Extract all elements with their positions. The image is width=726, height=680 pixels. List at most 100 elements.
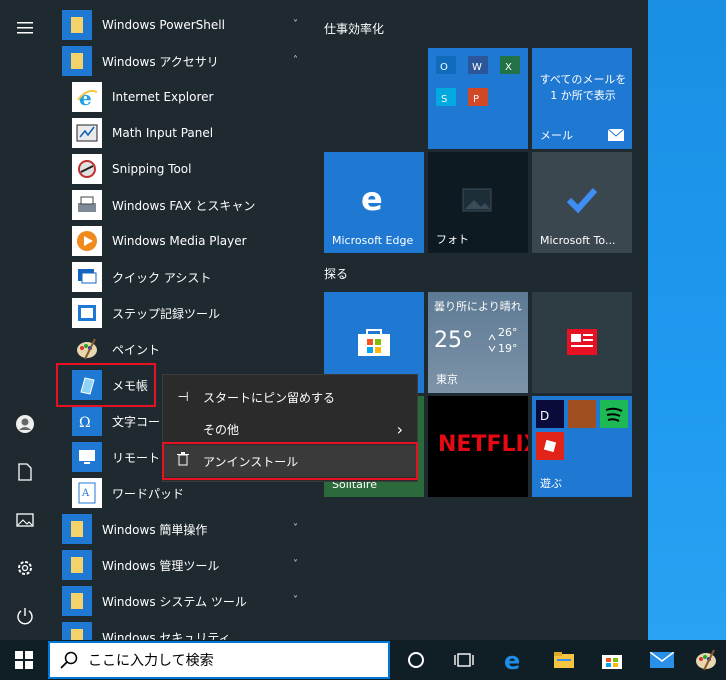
app-item-windows-media-player[interactable]: Windows Media Player: [72, 223, 312, 259]
chevron-up-icon[interactable]: ˄: [293, 55, 298, 66]
file-explorer-icon[interactable]: [540, 640, 588, 680]
search-box[interactable]: ここに入力して検索: [48, 641, 390, 679]
start-rail: [0, 0, 50, 640]
steps-recorder-icon: [72, 298, 102, 328]
svg-text:P: P: [473, 94, 479, 105]
hamburger-icon[interactable]: [0, 5, 50, 51]
svg-text:S: S: [441, 94, 447, 105]
tile-area: 仕事効率化 O W X S P すべてのメールを 1 か所で表示 メール e M…: [312, 0, 648, 640]
mail-tile-text: すべてのメールを 1 か所で表示: [539, 73, 627, 102]
character-map-icon: Ω: [72, 406, 102, 436]
svg-text:e: e: [504, 649, 520, 671]
context-item-label: その他: [203, 422, 240, 437]
app-item-windows-admin-tools-folder[interactable]: Windows 管理ツール ˅: [62, 547, 310, 583]
app-item-quick-assist[interactable]: クイック アシスト: [72, 259, 312, 295]
app-label: Windows セキュリティ: [102, 630, 231, 641]
remote-desktop-icon: [72, 442, 102, 472]
app-item-windows-fax-and-scan[interactable]: Windows FAX とスキャン: [72, 187, 312, 223]
app-item-internet-explorer[interactable]: e Internet Explorer: [72, 79, 312, 115]
chevron-down-icon[interactable]: ˅: [293, 559, 298, 570]
weather-low: 19°: [498, 342, 518, 355]
photo-icon: [462, 188, 492, 212]
chevron-down-icon[interactable]: ˅: [293, 523, 298, 534]
office-apps-icon: O W X S P: [436, 56, 520, 106]
app-item-windows-security-folder[interactable]: Windows セキュリティ: [62, 619, 310, 640]
tile-label: Microsoft Edge: [332, 234, 414, 247]
tile-netflix[interactable]: NETFLIX: [428, 396, 528, 497]
cortana-icon[interactable]: [392, 640, 440, 680]
folder-icon: [62, 586, 92, 616]
user-icon[interactable]: [0, 401, 50, 447]
folder-icon: [62, 550, 92, 580]
tile-mail[interactable]: すべてのメールを 1 か所で表示 メール: [532, 48, 632, 149]
weather-temperature: 25°: [434, 328, 473, 353]
math-input-panel-icon: [72, 118, 102, 148]
tile-weather[interactable]: 曇り所により晴れ 25° 26° 19° 東京: [428, 292, 528, 393]
settings-icon[interactable]: [0, 545, 50, 591]
task-view-icon[interactable]: [440, 640, 488, 680]
tile-microsoft-edge[interactable]: e Microsoft Edge: [324, 152, 424, 253]
mail-taskbar-icon[interactable]: [638, 640, 686, 680]
windows-start-icon[interactable]: [0, 640, 48, 680]
pin-icon: ⊣: [177, 389, 189, 405]
app-label: Windows システム ツール: [102, 594, 247, 609]
tile-label: Microsoft To...: [540, 234, 616, 247]
paint-taskbar-icon[interactable]: [686, 640, 726, 680]
svg-text:D: D: [540, 409, 549, 423]
notepad-highlight-box: [56, 363, 156, 407]
quick-assist-icon: [72, 262, 102, 292]
search-placeholder: ここに入力して検索: [88, 653, 214, 669]
tile-photos[interactable]: フォト: [428, 152, 528, 253]
app-item-snipping-tool[interactable]: Snipping Tool: [72, 151, 312, 187]
group-title-productivity: 仕事効率化: [324, 22, 385, 36]
paint-icon: [72, 334, 102, 364]
app-label: Math Input Panel: [112, 126, 214, 140]
tile-microsoft-todo[interactable]: Microsoft To...: [532, 152, 632, 253]
chevron-down-icon[interactable]: ˅: [293, 19, 298, 30]
tile-news[interactable]: [532, 292, 632, 393]
chevron-right-icon: ›: [396, 419, 403, 439]
high-low-arrows-icon: [488, 334, 496, 352]
edge-taskbar-icon[interactable]: e: [490, 640, 538, 680]
tile-label: フォト: [436, 233, 469, 246]
app-item-windows-accessories-folder[interactable]: Windows アクセサリ ˄: [62, 43, 310, 79]
power-icon[interactable]: [0, 593, 50, 639]
document-icon[interactable]: [0, 449, 50, 495]
tile-label: メール: [540, 129, 573, 142]
app-item-windows-system-tools-folder[interactable]: Windows システム ツール ˅: [62, 583, 310, 619]
app-item-math-input-panel[interactable]: Math Input Panel: [72, 115, 312, 151]
app-item-windows-ease-of-access-folder[interactable]: Windows 簡単操作 ˅: [62, 511, 310, 547]
context-item-pin-to-start[interactable]: ⊣ スタートにピン留めする: [163, 381, 417, 413]
media-player-icon: [72, 226, 102, 256]
folder-icon: [62, 514, 92, 544]
search-icon: [60, 651, 78, 669]
app-item-paint[interactable]: ペイント: [72, 331, 312, 367]
internet-explorer-icon: e: [72, 82, 102, 112]
app-label: ワードパッド: [112, 486, 185, 501]
app-label: Windows 簡単操作: [102, 522, 208, 537]
pictures-icon[interactable]: [0, 497, 50, 543]
tile-label: 東京: [436, 373, 458, 386]
app-label: Windows 管理ツール: [102, 558, 220, 573]
store-icon: [358, 329, 390, 356]
context-item-more[interactable]: その他 ›: [163, 413, 417, 445]
fax-scan-icon: [72, 190, 102, 220]
app-item-steps-recorder[interactable]: ステップ記録ツール: [72, 295, 312, 331]
tile-play-folder[interactable]: D 遊ぶ: [532, 396, 632, 497]
snipping-tool-icon: [72, 154, 102, 184]
checkmark-icon: [566, 187, 598, 214]
app-label: ペイント: [112, 342, 161, 357]
svg-text:W: W: [472, 62, 482, 73]
tile-office[interactable]: O W X S P: [428, 48, 528, 149]
app-label: Windows FAX とスキャン: [112, 198, 256, 213]
chevron-down-icon[interactable]: ˅: [293, 595, 298, 606]
edge-icon: e: [361, 182, 383, 214]
weather-high: 26°: [498, 326, 518, 339]
app-label: クイック アシスト: [112, 270, 212, 285]
svg-text:O: O: [440, 62, 448, 73]
app-item-windows-powershell-folder[interactable]: Windows PowerShell ˅: [62, 7, 310, 43]
news-icon: [567, 329, 597, 355]
store-taskbar-icon[interactable]: [588, 640, 636, 680]
folder-icon: [62, 10, 92, 40]
weather-condition: 曇り所により晴れ: [434, 300, 522, 313]
